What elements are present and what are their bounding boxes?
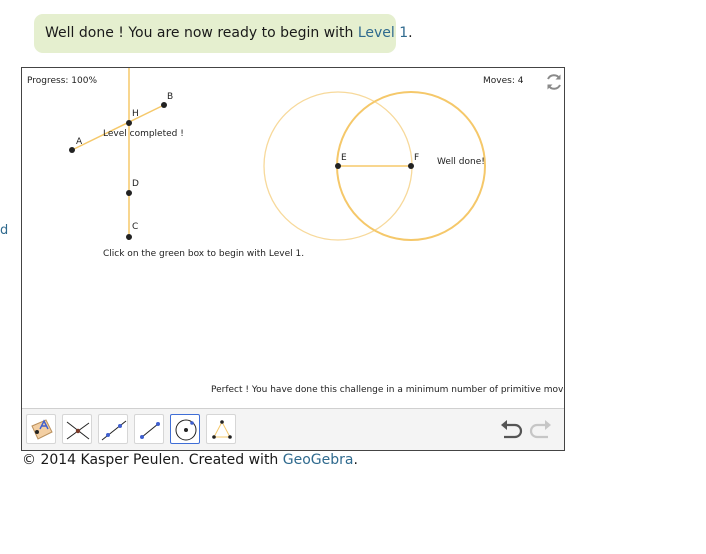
point-label-h: H xyxy=(132,109,139,119)
triangle-tool[interactable] xyxy=(206,414,236,444)
progress-text: Progress: 100% xyxy=(27,76,98,86)
point-label-f: F xyxy=(414,153,420,163)
circle-icon xyxy=(175,419,197,441)
move-tool[interactable] xyxy=(26,414,56,444)
circle-tool[interactable] xyxy=(170,414,200,444)
toolbar xyxy=(22,408,564,450)
point-label-b: B xyxy=(167,92,174,102)
point-label-d: D xyxy=(132,179,139,189)
well-done-text: Well done! xyxy=(437,157,485,167)
intersect-tool[interactable] xyxy=(62,414,92,444)
point-f[interactable] xyxy=(408,163,414,169)
level-1-link[interactable]: Level 1 xyxy=(358,25,408,41)
banner-suffix: . xyxy=(408,25,413,41)
moves-counter: Moves: 4 xyxy=(483,76,524,86)
point-a[interactable] xyxy=(69,147,75,153)
undo-icon[interactable] xyxy=(498,418,524,442)
geogebra-applet[interactable]: Progress: 100% Moves: 4 A B H D C E F Le… xyxy=(21,67,565,451)
point-d[interactable] xyxy=(126,190,132,196)
hint-text: Click on the green box to begin with Lev… xyxy=(103,249,305,259)
segment-tool[interactable] xyxy=(134,414,164,444)
reset-icon[interactable] xyxy=(544,72,564,92)
point-h[interactable] xyxy=(126,120,132,126)
footer-suffix: . xyxy=(353,452,358,468)
line-tool[interactable] xyxy=(98,414,128,444)
footer-credit: © 2014 Kasper Peulen. Created with GeoGe… xyxy=(22,452,358,468)
point-e[interactable] xyxy=(335,163,341,169)
point-label-a: A xyxy=(76,137,83,147)
clipped-left-text: d xyxy=(0,223,9,238)
banner-text: Well done ! You are now ready to begin w… xyxy=(45,25,358,41)
footer-text: © 2014 Kasper Peulen. Created with xyxy=(22,452,283,468)
triangle-icon xyxy=(212,420,232,439)
point-label-e: E xyxy=(341,153,347,163)
graphics-view[interactable] xyxy=(22,68,564,408)
redo-icon[interactable] xyxy=(528,418,554,442)
intersect-icon xyxy=(66,421,90,440)
perfect-message: Perfect ! You have done this challenge i… xyxy=(211,385,565,395)
point-label-c: C xyxy=(132,222,139,232)
segment-ab xyxy=(71,104,165,151)
point-b[interactable] xyxy=(161,102,167,108)
line-icon xyxy=(101,420,127,441)
point-c[interactable] xyxy=(126,234,132,240)
status-banner: Well done ! You are now ready to begin w… xyxy=(34,14,413,53)
segment-icon xyxy=(140,422,160,439)
level-completed-text: Level completed ! xyxy=(103,129,184,139)
geogebra-link[interactable]: GeoGebra xyxy=(283,452,354,468)
move-icon xyxy=(31,419,53,440)
